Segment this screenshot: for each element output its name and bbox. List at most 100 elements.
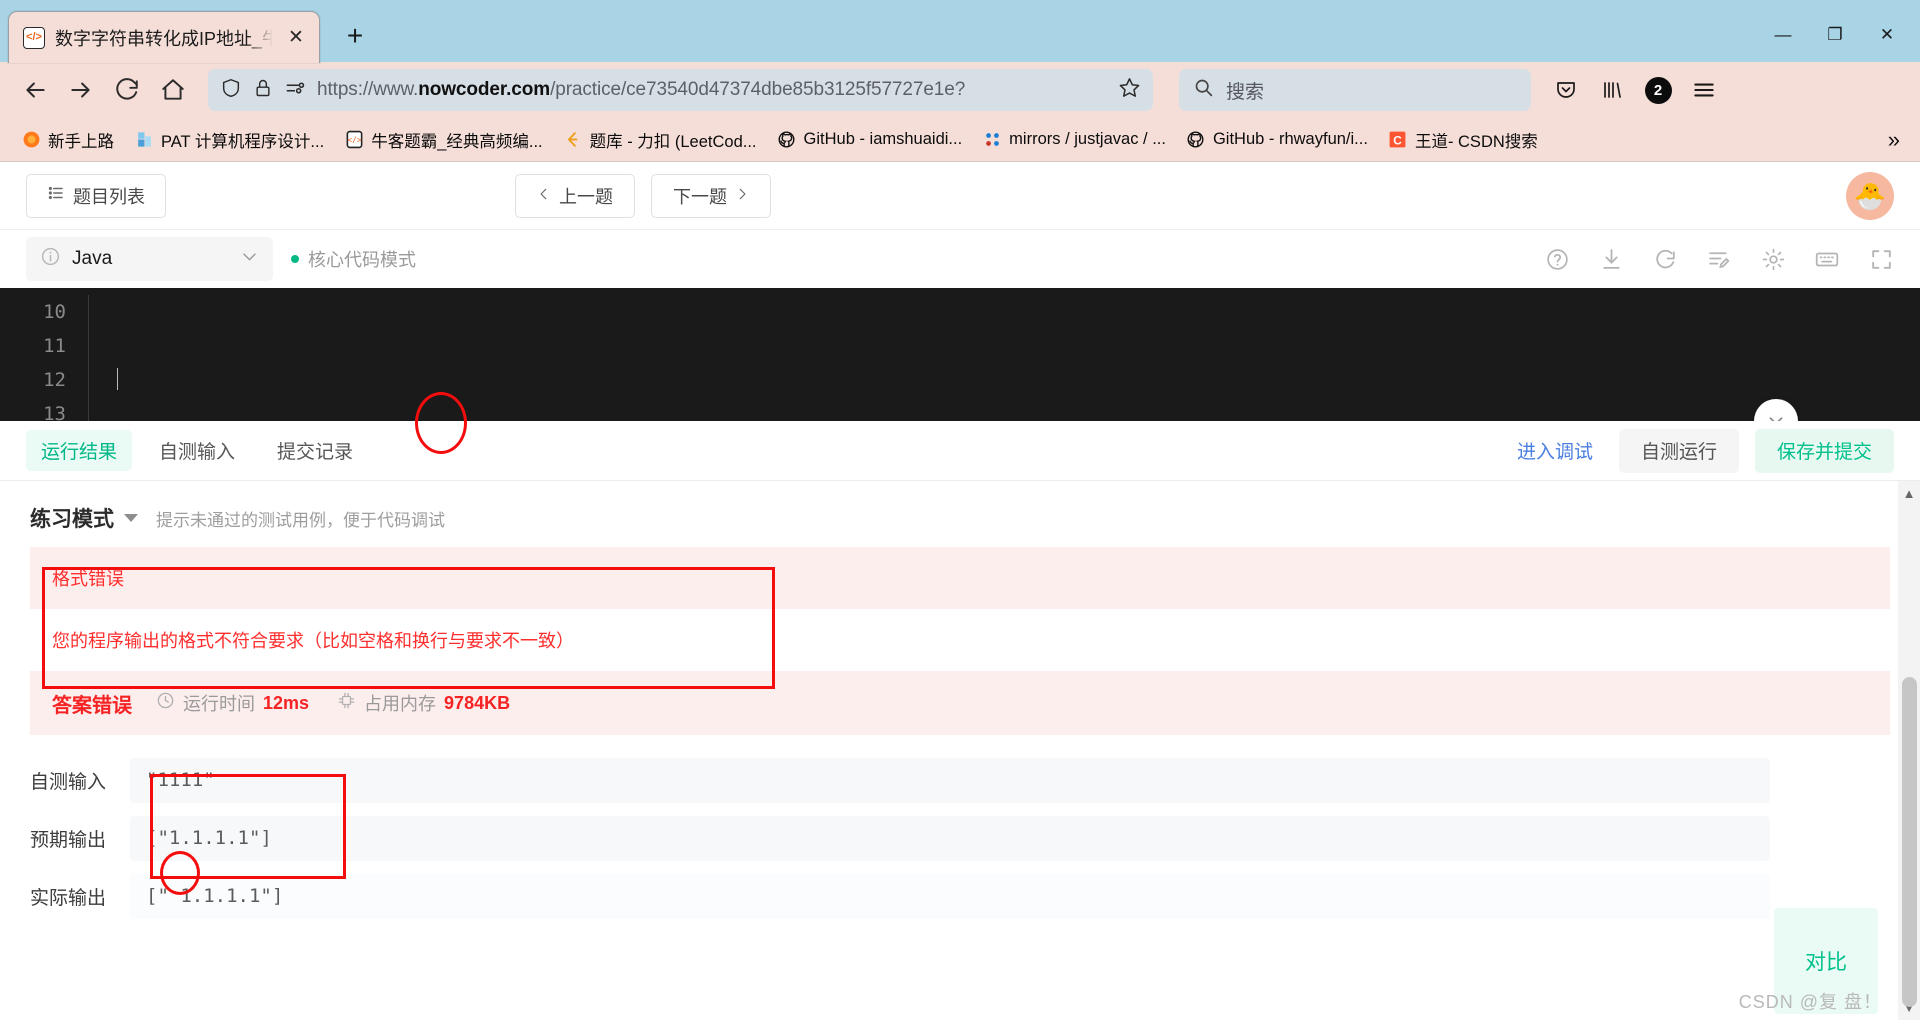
account-badge[interactable]: 2 bbox=[1637, 69, 1679, 111]
forward-icon[interactable] bbox=[60, 69, 102, 111]
error-title-band: 格式错误 bbox=[30, 547, 1890, 609]
line-number: 10 bbox=[43, 301, 66, 323]
bookmark-label: GitHub - iamshuaidi... bbox=[803, 130, 963, 148]
minimize-button[interactable]: — bbox=[1760, 16, 1806, 54]
permissions-icon[interactable] bbox=[284, 77, 306, 104]
search-input[interactable]: 搜索 bbox=[1226, 77, 1264, 104]
bookmark-label: 牛客题霸_经典高频编... bbox=[371, 132, 543, 151]
account-badge-count: 2 bbox=[1644, 76, 1672, 104]
chevron-left-icon bbox=[537, 185, 551, 208]
firefox-icon bbox=[21, 130, 41, 150]
bookmark-item[interactable]: GitHub - iamshuaidi... bbox=[768, 126, 972, 154]
io-row-expected: 预期输出 ["1.1.1.1"] bbox=[0, 809, 1920, 867]
code-editor[interactable]: 10 11 12 13 14 //6.1. 记录分段IP数字字符串nums pr… bbox=[0, 288, 1920, 421]
bookmarks-overflow-icon[interactable]: » bbox=[1878, 118, 1910, 161]
avatar[interactable]: 🐣 bbox=[1846, 172, 1894, 220]
bookmark-item[interactable]: GitHub - rhwayfun/i... bbox=[1177, 126, 1377, 154]
bookmark-item[interactable]: </> 牛客题霸_经典高频编... bbox=[335, 124, 551, 156]
next-problem-button[interactable]: 下一题 bbox=[651, 174, 771, 218]
library-icon[interactable] bbox=[1591, 69, 1633, 111]
practice-mode-title: 练习模式 bbox=[30, 508, 114, 531]
practice-mode-row: 练习模式 提示未通过的测试用例，便于代码调试 bbox=[0, 481, 1920, 547]
scrollbar-thumb[interactable] bbox=[1902, 677, 1917, 1007]
bookmark-star-icon[interactable] bbox=[1118, 76, 1141, 104]
prev-problem-button[interactable]: 上一题 bbox=[515, 174, 635, 218]
save-and-submit-button[interactable]: 保存并提交 bbox=[1754, 428, 1894, 473]
test-run-button[interactable]: 自测运行 bbox=[1618, 428, 1739, 473]
csdn-icon: C bbox=[1388, 130, 1408, 150]
runtime-value: 12ms bbox=[263, 692, 310, 713]
status-dot-icon bbox=[291, 255, 299, 263]
results-scrollbar[interactable]: ▲ ▼ bbox=[1898, 481, 1920, 1020]
io-label: 自测输入 bbox=[30, 771, 107, 793]
home-icon[interactable] bbox=[152, 69, 194, 111]
gear-icon[interactable] bbox=[1760, 246, 1786, 272]
back-icon[interactable] bbox=[14, 69, 56, 111]
bookmark-label: 题库 - 力扣 (LeetCod... bbox=[589, 132, 757, 151]
download-icon[interactable] bbox=[1598, 246, 1624, 272]
format-code-icon[interactable] bbox=[1706, 246, 1732, 272]
page-content: 题目列表 上一题 下一题 🐣 Java 核心代码模式 10 11 12 13 运… bbox=[0, 162, 1920, 1020]
chevron-down-icon[interactable] bbox=[124, 514, 138, 522]
browser-toolbar-right: 2 bbox=[1545, 69, 1725, 111]
bookmark-item[interactable]: 新手上路 bbox=[12, 124, 123, 156]
shield-icon[interactable] bbox=[220, 77, 242, 104]
bookmark-label: 王道- CSDN搜索 bbox=[1414, 132, 1538, 151]
tab-submission-history[interactable]: 提交记录 bbox=[262, 430, 368, 471]
reload-icon[interactable] bbox=[106, 69, 148, 111]
action-buttons: 进入调试 自测运行 保存并提交 bbox=[1507, 428, 1894, 473]
window-close-button[interactable]: ✕ bbox=[1864, 16, 1910, 54]
status-badge: 答案错误 bbox=[52, 694, 132, 717]
bookmark-item[interactable]: PAT 计算机程序设计... bbox=[125, 124, 333, 156]
problem-prev-next: 上一题 下一题 bbox=[515, 174, 771, 218]
browser-tab[interactable]: </> 数字字符串转化成IP地址_牛客题霸 ✕ bbox=[8, 11, 320, 63]
address-bar[interactable]: https://www.nowcoder.com/practice/ce7354… bbox=[208, 69, 1153, 111]
problem-list-button[interactable]: 题目列表 bbox=[26, 173, 166, 218]
pocket-icon[interactable] bbox=[1545, 69, 1587, 111]
text-caret bbox=[117, 368, 118, 390]
bookmark-label: mirrors / justjavac / ... bbox=[1009, 130, 1166, 148]
enter-debug-link[interactable]: 进入调试 bbox=[1507, 437, 1603, 464]
hamburger-menu-icon[interactable] bbox=[1683, 69, 1725, 111]
line-number: 11 bbox=[43, 335, 66, 357]
help-circle-icon[interactable] bbox=[1544, 246, 1570, 272]
results-panel: 练习模式 提示未通过的测试用例，便于代码调试 格式错误 您的程序输出的格式不符合… bbox=[0, 481, 1920, 1020]
tab-strip: </> 数字字符串转化成IP地址_牛客题霸 ✕ + — ❐ ✕ bbox=[0, 0, 1920, 63]
url-text[interactable]: https://www.nowcoder.com/practice/ce7354… bbox=[317, 79, 1107, 101]
memory-metric: 占用内存 9784KB bbox=[337, 690, 510, 716]
io-value-actual[interactable]: [" 1.1.1.1"] bbox=[130, 873, 1770, 919]
new-tab-button[interactable]: + bbox=[334, 15, 376, 57]
scroll-up-arrow-icon[interactable]: ▲ bbox=[1903, 486, 1916, 501]
github-icon bbox=[1186, 130, 1206, 150]
io-value-expected[interactable]: ["1.1.1.1"] bbox=[130, 815, 1770, 861]
tab-custom-input[interactable]: 自测输入 bbox=[144, 430, 250, 471]
bookmark-item[interactable]: 题库 - 力扣 (LeetCod... bbox=[554, 124, 766, 156]
bookmark-item[interactable]: mirrors / justjavac / ... bbox=[973, 126, 1175, 154]
error-title: 格式错误 bbox=[52, 569, 124, 589]
bookmarks-bar: 新手上路 PAT 计算机程序设计... </> 牛客题霸_经典高频编... 题库… bbox=[0, 118, 1920, 162]
bookmark-item[interactable]: C 王道- CSDN搜索 bbox=[1379, 124, 1547, 156]
info-circle-icon bbox=[40, 246, 61, 272]
line-number-gutter: 10 11 12 13 14 bbox=[0, 295, 88, 421]
chevron-down-icon[interactable] bbox=[240, 247, 259, 271]
io-row-input: 自测输入 "1111" bbox=[0, 751, 1920, 809]
editor-action-icons bbox=[1544, 246, 1894, 272]
language-select[interactable]: Java bbox=[26, 237, 273, 281]
io-value-input[interactable]: "1111" bbox=[130, 757, 1770, 803]
verdict-row: 答案错误 运行时间 12ms 占用内存 9784KB bbox=[30, 671, 1890, 735]
lock-icon[interactable] bbox=[253, 78, 273, 103]
code-text-area[interactable]: //6.1. 记录分段IP数字字符串nums private String nu… bbox=[88, 295, 1920, 421]
reset-icon[interactable] bbox=[1652, 246, 1678, 272]
fullscreen-icon[interactable] bbox=[1868, 246, 1894, 272]
search-bar[interactable]: 搜索 bbox=[1179, 69, 1531, 111]
window-controls: — ❐ ✕ bbox=[1760, 16, 1910, 54]
problem-nav-bar: 题目列表 上一题 下一题 🐣 bbox=[0, 162, 1920, 230]
memory-value: 9784KB bbox=[444, 692, 511, 713]
clock-icon bbox=[156, 691, 175, 715]
close-icon[interactable]: ✕ bbox=[283, 25, 309, 51]
keyboard-icon[interactable] bbox=[1814, 246, 1840, 272]
nowcoder-icon: </> bbox=[344, 130, 364, 150]
runtime-label: 运行时间 bbox=[183, 694, 255, 714]
maximize-button[interactable]: ❐ bbox=[1812, 16, 1858, 54]
tab-run-result[interactable]: 运行结果 bbox=[26, 430, 133, 471]
